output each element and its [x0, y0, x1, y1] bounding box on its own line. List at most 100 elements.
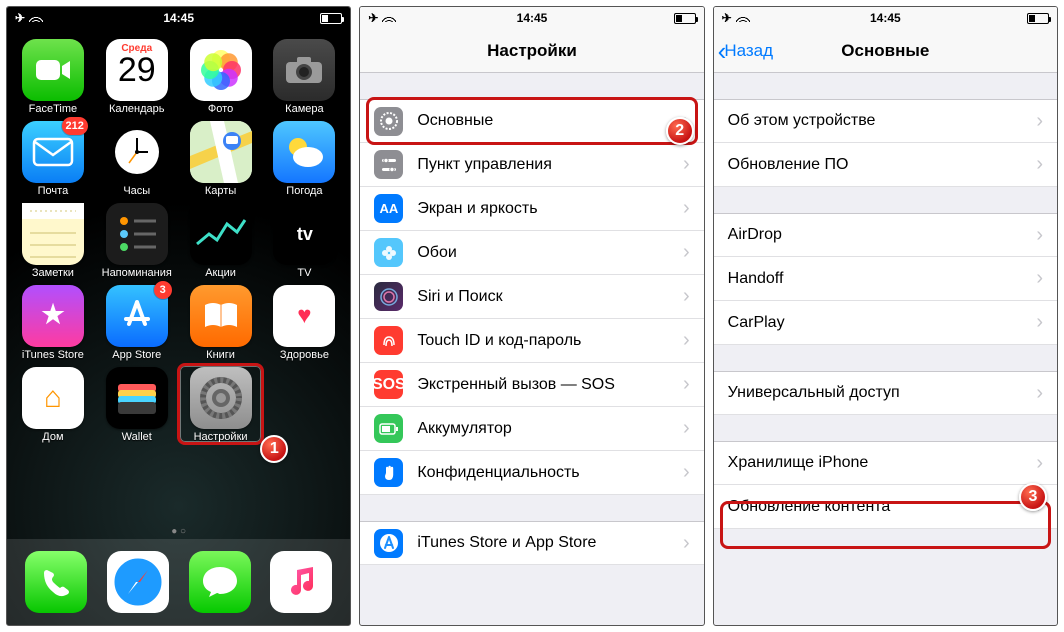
- wifi-icon: [736, 11, 750, 25]
- status-bar: 14:45: [7, 7, 350, 29]
- app-itunes-store[interactable]: ★ iTunes Store: [13, 285, 93, 361]
- row-icon: [374, 150, 403, 179]
- panel-home-screen: 14:45 FaceTime Среда 29 Календарь: [6, 6, 351, 626]
- home-icon: ⌂: [22, 367, 84, 429]
- chevron-right-icon: ›: [1036, 153, 1043, 176]
- settings-row[interactable]: Handoff›: [714, 257, 1057, 301]
- row-icon: [374, 529, 403, 558]
- chevron-right-icon: ›: [1036, 267, 1043, 290]
- settings-row[interactable]: Siri и Поиск›: [360, 275, 703, 319]
- settings-row[interactable]: Хранилище iPhone›: [714, 441, 1057, 485]
- settings-row[interactable]: Обои›: [360, 231, 703, 275]
- chevron-right-icon: ›: [683, 153, 690, 176]
- app-clock[interactable]: Часы: [97, 121, 177, 197]
- app-mail[interactable]: 212 Почта: [13, 121, 93, 197]
- settings-row[interactable]: iTunes Store и App Store›: [360, 521, 703, 565]
- weather-icon: [273, 121, 335, 183]
- chevron-right-icon: ›: [683, 197, 690, 220]
- app-health[interactable]: ♥ Здоровье: [264, 285, 344, 361]
- app-homekit[interactable]: ⌂ Дом: [13, 367, 93, 443]
- panel-settings-root: 14:45 Настройки Основные›Пункт управлени…: [359, 6, 704, 626]
- nav-title: Настройки: [360, 41, 703, 61]
- settings-row[interactable]: Конфиденциальность›: [360, 451, 703, 495]
- row-icon: [374, 107, 403, 136]
- app-tv[interactable]: tv TV: [264, 203, 344, 279]
- dock-phone[interactable]: [25, 551, 87, 613]
- settings-icon: [190, 367, 252, 429]
- dock-music[interactable]: [270, 551, 332, 613]
- app-books[interactable]: Книги: [181, 285, 261, 361]
- app-maps[interactable]: Карты: [181, 121, 261, 197]
- app-wallet[interactable]: Wallet: [97, 367, 177, 443]
- dock-safari[interactable]: [107, 551, 169, 613]
- settings-row[interactable]: Об этом устройстве›: [714, 99, 1057, 143]
- back-button[interactable]: ‹Назад: [714, 41, 773, 61]
- settings-list[interactable]: Основные›Пункт управления›AAЭкран и ярко…: [360, 73, 703, 625]
- panel-general: 14:45 ‹Назад Основные Об этом устройстве…: [713, 6, 1058, 626]
- app-settings[interactable]: Настройки: [181, 367, 261, 443]
- wifi-icon: [29, 11, 43, 25]
- status-time: 14:45: [7, 11, 350, 25]
- status-bar: 14:45: [714, 7, 1057, 29]
- battery-icon: [318, 13, 342, 24]
- mail-badge: 212: [62, 117, 88, 135]
- row-label: Универсальный доступ: [728, 384, 1037, 402]
- row-icon: AA: [374, 194, 403, 223]
- chevron-right-icon: ›: [683, 241, 690, 264]
- chevron-right-icon: ›: [1036, 110, 1043, 133]
- app-stocks[interactable]: Акции: [181, 203, 261, 279]
- settings-row[interactable]: Аккумулятор›: [360, 407, 703, 451]
- row-label: Handoff: [728, 270, 1037, 288]
- app-appstore[interactable]: 3 App Store: [97, 285, 177, 361]
- row-label: Об этом устройстве: [728, 112, 1037, 130]
- facetime-icon: [22, 39, 84, 101]
- app-photos[interactable]: Фото: [181, 39, 261, 115]
- battery-icon: [1025, 13, 1049, 24]
- airplane-mode-icon: [368, 11, 378, 25]
- status-time: 14:45: [360, 11, 703, 25]
- row-label: Экстренный вызов — SOS: [417, 376, 683, 394]
- settings-row[interactable]: AAЭкран и яркость›: [360, 187, 703, 231]
- calendar-icon: Среда 29: [106, 39, 168, 101]
- dock-messages[interactable]: [189, 551, 251, 613]
- settings-row[interactable]: AirDrop›: [714, 213, 1057, 257]
- settings-row[interactable]: Пункт управления›: [360, 143, 703, 187]
- row-icon: [374, 238, 403, 267]
- app-reminders[interactable]: Напоминания: [97, 203, 177, 279]
- row-label: AirDrop: [728, 226, 1037, 244]
- row-icon: [374, 282, 403, 311]
- tv-icon: tv: [273, 203, 335, 265]
- svg-text:★: ★: [41, 299, 65, 329]
- health-icon: ♥: [273, 285, 335, 347]
- chevron-right-icon: ›: [1036, 311, 1043, 334]
- general-list[interactable]: Об этом устройстве›Обновление ПО› AirDro…: [714, 73, 1057, 625]
- app-calendar[interactable]: Среда 29 Календарь: [97, 39, 177, 115]
- mail-icon: 212: [22, 121, 84, 183]
- camera-icon: [273, 39, 335, 101]
- app-camera[interactable]: Камера: [264, 39, 344, 115]
- settings-row[interactable]: SOSЭкстренный вызов — SOS›: [360, 363, 703, 407]
- row-icon: [374, 458, 403, 487]
- navbar: Настройки: [360, 29, 703, 73]
- chevron-right-icon: ›: [683, 329, 690, 352]
- home-screen: FaceTime Среда 29 Календарь: [7, 29, 350, 625]
- settings-row[interactable]: Основные›: [360, 99, 703, 143]
- app-notes[interactable]: Заметки: [13, 203, 93, 279]
- row-label: Хранилище iPhone: [728, 454, 1037, 472]
- chevron-right-icon: ›: [1036, 382, 1043, 405]
- reminders-icon: [106, 203, 168, 265]
- chevron-right-icon: ›: [683, 417, 690, 440]
- chevron-right-icon: ›: [683, 285, 690, 308]
- page-dots[interactable]: ● ○: [7, 524, 350, 539]
- row-label: Обновление ПО: [728, 156, 1037, 174]
- app-weather[interactable]: Погода: [264, 121, 344, 197]
- settings-row[interactable]: CarPlay›: [714, 301, 1057, 345]
- settings-row[interactable]: Универсальный доступ›: [714, 371, 1057, 415]
- app-facetime[interactable]: FaceTime: [13, 39, 93, 115]
- status-bar: 14:45: [360, 7, 703, 29]
- settings-row[interactable]: Обновление ПО›: [714, 143, 1057, 187]
- settings-row[interactable]: Обновление контента›: [714, 485, 1057, 529]
- settings-row[interactable]: Touch ID и код-пароль›: [360, 319, 703, 363]
- airplane-mode-icon: [722, 11, 732, 25]
- itunes-icon: ★: [22, 285, 84, 347]
